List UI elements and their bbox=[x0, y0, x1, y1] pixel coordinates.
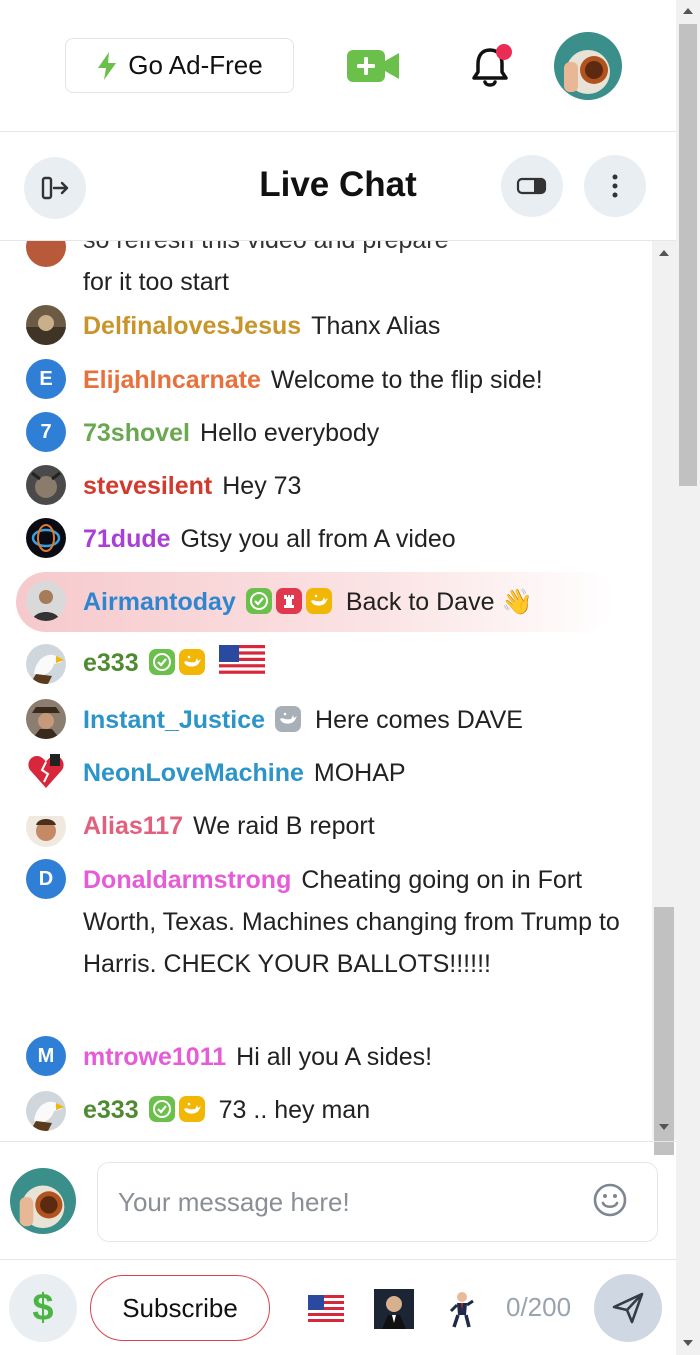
message-text: MOHAP bbox=[313, 759, 406, 787]
page-scrollbar-thumb[interactable] bbox=[679, 24, 697, 486]
avatar[interactable]: 7 bbox=[26, 412, 66, 452]
avatar[interactable]: D bbox=[26, 859, 66, 899]
username[interactable]: Alias117 bbox=[83, 812, 183, 840]
avatar[interactable] bbox=[26, 305, 66, 345]
theater-mode-icon bbox=[516, 177, 547, 195]
video-plus-icon bbox=[347, 50, 399, 82]
username[interactable]: 73shovel bbox=[83, 419, 190, 447]
bell-icon bbox=[472, 44, 512, 87]
avatar[interactable] bbox=[26, 644, 66, 684]
avatar[interactable] bbox=[26, 518, 66, 558]
message-text: Thanx Alias bbox=[311, 312, 441, 340]
us-flag-emote[interactable] bbox=[306, 1289, 346, 1329]
avatar[interactable]: M bbox=[26, 1036, 66, 1076]
user-avatar[interactable] bbox=[554, 32, 622, 100]
go-ad-free-button[interactable]: Go Ad-Free bbox=[65, 38, 294, 93]
avatar[interactable] bbox=[26, 752, 66, 792]
message-text: We raid B report bbox=[193, 812, 375, 840]
message-text: Hello everybody bbox=[200, 419, 380, 447]
composer bbox=[0, 1141, 676, 1259]
send-icon bbox=[612, 1292, 644, 1324]
bolt-icon bbox=[98, 51, 117, 80]
username[interactable]: 71dude bbox=[83, 525, 171, 553]
more-vertical-icon bbox=[612, 174, 618, 198]
avatar[interactable] bbox=[26, 807, 66, 847]
message-text: 73 .. hey man bbox=[218, 1096, 371, 1124]
go-live-video-button[interactable] bbox=[345, 48, 401, 84]
dollar-icon: $ bbox=[32, 1286, 54, 1329]
go-ad-free-label: Go Ad-Free bbox=[128, 50, 263, 80]
subscribe-button[interactable]: Subscribe bbox=[90, 1275, 270, 1341]
scroll-down-arrow-icon[interactable] bbox=[659, 1124, 669, 1130]
message-text: Here comes DAVE bbox=[315, 706, 523, 734]
us-flag-emoji bbox=[218, 645, 265, 677]
whale-badge-icon bbox=[275, 706, 302, 732]
tip-button[interactable]: $ bbox=[9, 1274, 77, 1342]
username[interactable]: e333 bbox=[83, 649, 139, 677]
message-text: Hey 73 bbox=[222, 472, 302, 500]
smiley-icon bbox=[593, 1183, 627, 1217]
username[interactable]: NeonLoveMachine bbox=[83, 759, 304, 787]
page-scrollbar[interactable] bbox=[676, 0, 700, 1355]
avatar bbox=[26, 241, 66, 267]
notifications-button[interactable] bbox=[470, 42, 514, 90]
whale-badge-icon bbox=[178, 649, 205, 675]
message-text: for it too start bbox=[83, 268, 229, 296]
avatar[interactable]: E bbox=[26, 359, 66, 399]
rank-badge-icon bbox=[275, 588, 302, 614]
verified-badge-icon bbox=[148, 1096, 175, 1122]
tuxedo-man-emote[interactable] bbox=[374, 1289, 414, 1329]
username[interactable]: ElijahIncarnate bbox=[83, 366, 261, 394]
chat-scrollbar[interactable] bbox=[652, 241, 676, 1155]
live-chat-app: Go Ad-Free Live Chat for it too start De… bbox=[0, 0, 676, 1355]
composer-actions: $ Subscribe 0/200 bbox=[0, 1259, 676, 1355]
verified-badge-icon bbox=[245, 588, 272, 614]
avatar[interactable] bbox=[26, 1091, 66, 1131]
chat-messages[interactable]: so refresh this video and prepare for it… bbox=[0, 241, 652, 1140]
message-text: Welcome to the flip side! bbox=[270, 366, 543, 394]
scroll-up-arrow-icon[interactable] bbox=[659, 250, 669, 256]
whale-badge-icon bbox=[305, 588, 332, 614]
chat-title: Live Chat bbox=[259, 165, 417, 204]
message-text: Back to Dave 👋 bbox=[345, 588, 533, 616]
page-scroll-up-arrow-icon[interactable] bbox=[683, 8, 693, 14]
message-text: Gtsy you all from A video bbox=[180, 525, 456, 553]
theater-mode-button[interactable] bbox=[501, 155, 563, 217]
emoji-picker-button[interactable] bbox=[592, 1182, 628, 1218]
username[interactable]: Airmantoday bbox=[83, 588, 236, 616]
username[interactable]: e333 bbox=[83, 1096, 139, 1124]
page-scroll-down-arrow-icon[interactable] bbox=[683, 1340, 693, 1346]
top-bar: Go Ad-Free bbox=[0, 0, 676, 132]
verified-badge-icon bbox=[148, 649, 175, 675]
message-input[interactable] bbox=[97, 1162, 658, 1242]
avatar[interactable] bbox=[26, 465, 66, 505]
dancing-man-emote[interactable] bbox=[442, 1289, 482, 1329]
username[interactable]: Instant_Justice bbox=[83, 706, 265, 734]
my-avatar bbox=[10, 1168, 76, 1234]
partial-message-text: so refresh this video and prepare bbox=[83, 241, 449, 254]
message-text: Hi all you A sides! bbox=[236, 1043, 433, 1071]
chat-header: Live Chat bbox=[0, 133, 676, 241]
username[interactable]: stevesilent bbox=[83, 472, 212, 500]
more-options-button[interactable] bbox=[584, 155, 646, 217]
chat-scrollbar-thumb[interactable] bbox=[654, 907, 674, 1155]
avatar[interactable] bbox=[26, 581, 66, 621]
character-counter: 0/200 bbox=[506, 1292, 572, 1322]
username[interactable]: mtrowe1011 bbox=[83, 1043, 226, 1071]
whale-badge-icon bbox=[178, 1096, 205, 1122]
username[interactable]: DelfinalovesJesus bbox=[83, 312, 301, 340]
username[interactable]: Donaldarmstrong bbox=[83, 866, 291, 894]
avatar[interactable] bbox=[26, 699, 66, 739]
send-button[interactable] bbox=[594, 1274, 662, 1342]
